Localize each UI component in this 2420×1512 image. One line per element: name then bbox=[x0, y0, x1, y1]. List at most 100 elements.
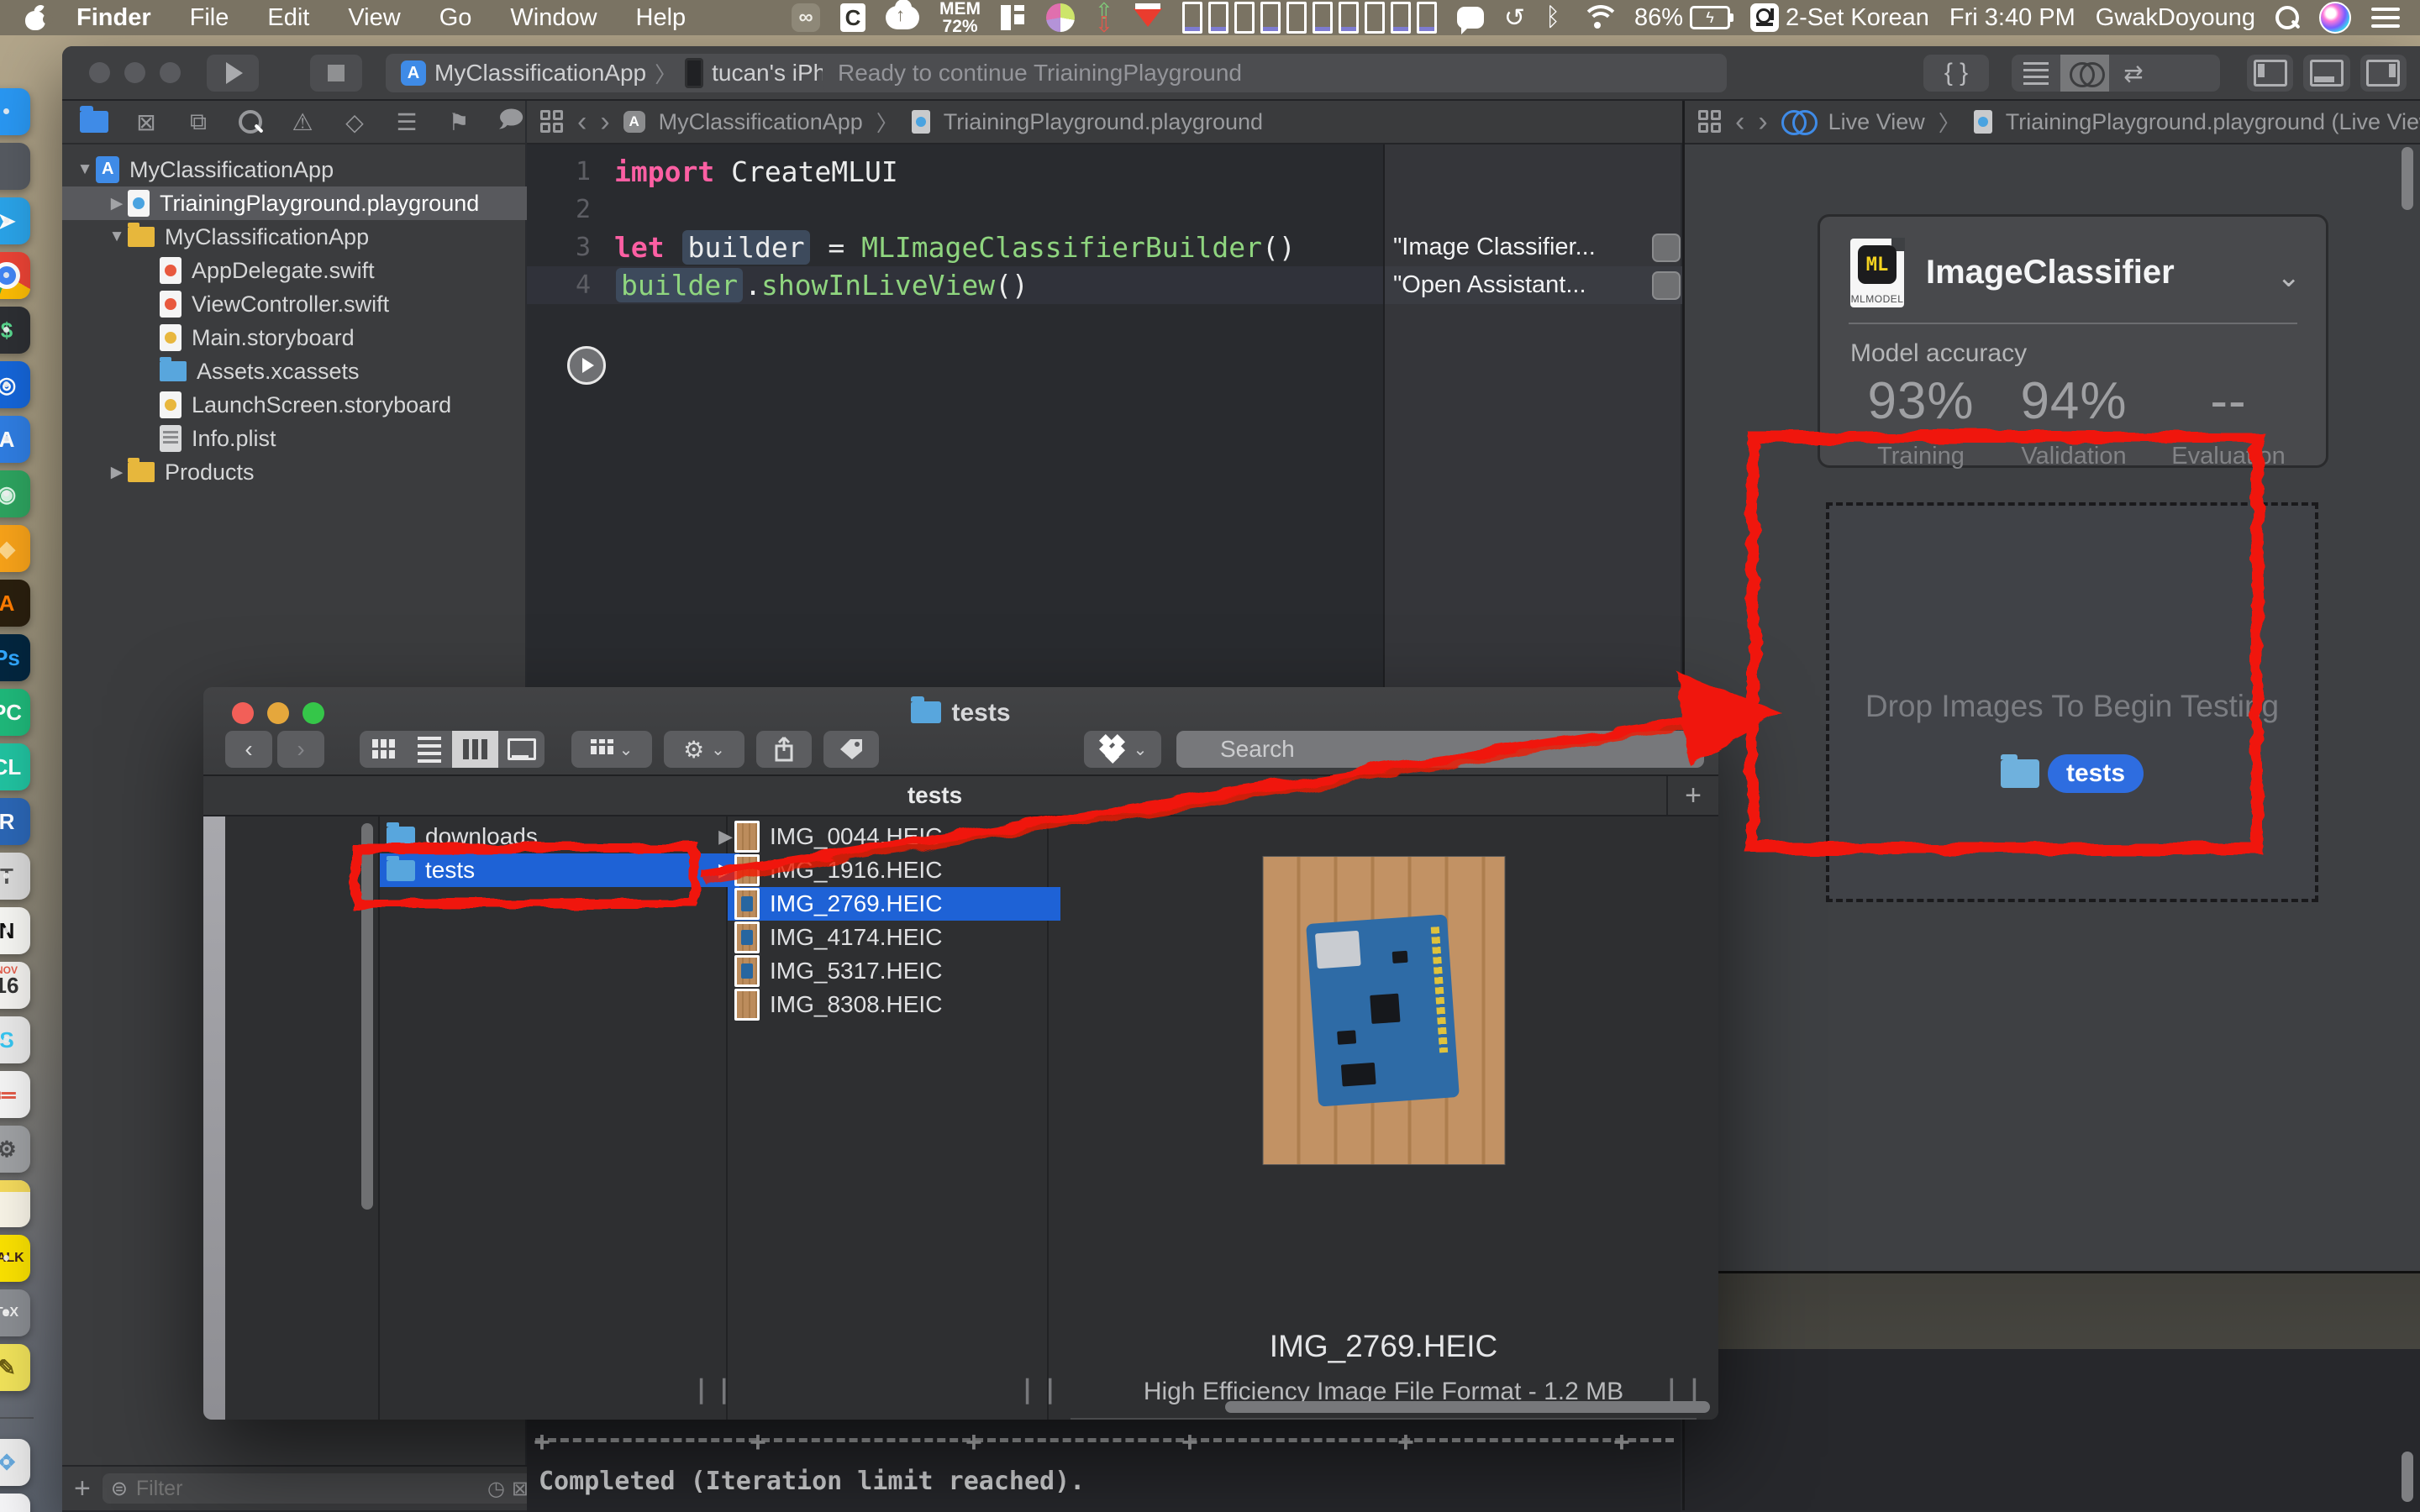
menu-view[interactable]: View bbox=[348, 4, 400, 32]
assistant-editor-button[interactable] bbox=[2060, 55, 2109, 92]
dock-orca[interactable] bbox=[0, 143, 30, 190]
window-tiler-icon[interactable] bbox=[1001, 5, 1026, 30]
reports-tab[interactable]: 🗩 bbox=[496, 107, 526, 137]
new-tab-button[interactable]: + bbox=[1666, 776, 1718, 815]
folder-row-downloads[interactable]: downloads▶ bbox=[380, 820, 739, 853]
result-row[interactable]: "Image Classifier... bbox=[1385, 228, 1689, 266]
file-row-img-2769-heic[interactable]: IMG_2769.HEIC bbox=[728, 887, 1060, 921]
user-menu[interactable]: GwakDoyoung bbox=[2096, 4, 2255, 32]
window-close-button[interactable] bbox=[89, 62, 110, 83]
debug-tab[interactable]: ☰ bbox=[392, 107, 422, 137]
add-button[interactable]: + bbox=[74, 1473, 91, 1505]
dock-notes[interactable] bbox=[0, 1180, 30, 1227]
breakpoints-tab[interactable]: ⚑ bbox=[444, 107, 474, 137]
nav-row-triainingplayground-playground[interactable]: ▶TriainingPlayground.playground bbox=[62, 186, 569, 220]
nav-row-assets-xcassets[interactable]: Assets.xcassets bbox=[62, 354, 601, 388]
cloud-upload-icon[interactable] bbox=[886, 6, 919, 29]
dock-itunes[interactable]: ♪ bbox=[0, 1494, 30, 1512]
dock-clion[interactable]: CL bbox=[0, 743, 30, 790]
dock-calendar[interactable]: NOV16 bbox=[0, 962, 30, 1009]
scrollbar[interactable] bbox=[2402, 1452, 2413, 1502]
toggle-navigator-button[interactable] bbox=[2247, 55, 2293, 92]
column-resize-handle[interactable]: ❘❘ bbox=[691, 1375, 736, 1404]
breadcrumb-project[interactable]: MyClassificationApp bbox=[659, 109, 863, 135]
toggle-inspector-button[interactable] bbox=[2360, 55, 2407, 92]
wifi-icon[interactable] bbox=[1581, 5, 1614, 30]
action-button[interactable]: ⚙⌄ bbox=[664, 731, 744, 768]
menu-go[interactable]: Go bbox=[439, 4, 472, 32]
playground-run-button[interactable] bbox=[567, 346, 606, 385]
dock-reminders[interactable]: ≔ bbox=[0, 1071, 30, 1118]
source-control-tab[interactable]: ⊠ bbox=[131, 107, 161, 137]
search-tab[interactable] bbox=[235, 107, 266, 137]
tag-button[interactable] bbox=[823, 731, 879, 768]
nav-row-info-plist[interactable]: Info.plist bbox=[62, 422, 601, 455]
breadcrumb-live-view[interactable]: Live View bbox=[1828, 109, 1925, 135]
capture-icon[interactable]: C bbox=[840, 3, 865, 32]
show-result-button[interactable] bbox=[1652, 271, 1681, 300]
dock-sketch[interactable]: ◆ bbox=[0, 525, 30, 572]
issues-tab[interactable]: ⚠ bbox=[287, 107, 318, 137]
filter-options-icons[interactable]: ◷⊠ bbox=[487, 1477, 529, 1501]
nav-row-viewcontroller-swift[interactable]: ViewController.swift bbox=[62, 287, 601, 321]
cpu-core-bars[interactable] bbox=[1182, 2, 1437, 34]
column-resize-handle[interactable]: ❘❘ bbox=[1017, 1375, 1062, 1404]
dock-photoshop[interactable]: Ps bbox=[0, 634, 30, 681]
filter-input[interactable] bbox=[103, 1473, 537, 1504]
nav-row-products[interactable]: ▶Products bbox=[62, 455, 569, 489]
siri-icon[interactable] bbox=[2319, 2, 2351, 34]
time-machine-icon[interactable]: ↺ bbox=[1504, 3, 1525, 33]
show-result-button[interactable] bbox=[1652, 234, 1681, 262]
dock-r-app[interactable]: R bbox=[0, 798, 30, 845]
bluetooth-icon[interactable]: ᛒ bbox=[1545, 3, 1560, 32]
notification-center-icon[interactable] bbox=[2371, 8, 2400, 28]
playground-timeline-ruler[interactable] bbox=[535, 1438, 1674, 1442]
symbol-navigator-tab[interactable]: ⧉ bbox=[183, 107, 213, 137]
stop-button[interactable] bbox=[310, 55, 362, 92]
horizontal-scrollbar[interactable] bbox=[1225, 1401, 1710, 1413]
drop-images-zone[interactable]: Drop Images To Begin Testing tests bbox=[1826, 502, 2318, 902]
apple-menu-icon[interactable] bbox=[25, 5, 47, 30]
column-resize-handle[interactable]: ❘❘ bbox=[1661, 1375, 1707, 1404]
forward-chevron-icon[interactable]: › bbox=[600, 106, 609, 139]
chevron-down-icon[interactable]: ⌄ bbox=[2277, 260, 2302, 294]
library-button[interactable]: { } bbox=[1923, 55, 1989, 92]
window-zoom-button[interactable] bbox=[160, 62, 181, 83]
nav-row-appdelegate-swift[interactable]: AppDelegate.swift bbox=[62, 254, 601, 287]
nav-row-myclassificationapp[interactable]: ▼MyClassificationApp bbox=[62, 153, 537, 186]
sidebar-edge[interactable] bbox=[203, 816, 225, 1420]
tab-tests[interactable]: tests bbox=[203, 782, 1666, 809]
menu-window[interactable]: Window bbox=[510, 4, 597, 32]
breadcrumb-live-file[interactable]: TriainingPlayground.playground (Live Vie… bbox=[2006, 109, 2420, 135]
tests-tab[interactable]: ◇ bbox=[339, 107, 370, 137]
memory-monitor[interactable]: MEM72% bbox=[939, 0, 981, 35]
file-row-img-5317-heic[interactable]: IMG_5317.HEIC bbox=[728, 954, 1060, 988]
column-view-button[interactable] bbox=[452, 731, 498, 768]
version-editor-button[interactable]: ⇄ bbox=[2109, 55, 2158, 92]
scrollbar[interactable] bbox=[361, 823, 373, 1210]
list-view-button[interactable] bbox=[406, 731, 452, 768]
file-row-img-8308-heic[interactable]: IMG_8308.HEIC bbox=[728, 988, 1060, 1021]
forward-chevron-icon[interactable]: › bbox=[1758, 106, 1767, 139]
battery-indicator[interactable]: 86%ϟ bbox=[1634, 4, 1730, 32]
dock-system-preferences[interactable]: ⚙ bbox=[0, 1126, 30, 1173]
back-chevron-icon[interactable]: ‹ bbox=[577, 106, 587, 139]
back-button[interactable]: ‹ bbox=[225, 731, 272, 768]
download-triangle-icon[interactable] bbox=[1134, 8, 1162, 27]
related-items-icon[interactable] bbox=[540, 110, 564, 134]
file-row-img-4174-heic[interactable]: IMG_4174.HEIC bbox=[728, 921, 1060, 954]
file-row-img-0044-heic[interactable]: IMG_0044.HEIC bbox=[728, 820, 1060, 853]
run-button[interactable] bbox=[207, 55, 259, 92]
creative-cloud-icon[interactable]: ∞ bbox=[792, 3, 820, 32]
search-input[interactable] bbox=[1176, 731, 1704, 768]
menu-edit[interactable]: Edit bbox=[267, 4, 309, 32]
input-source-menu[interactable]: 2-Set Korean bbox=[1750, 3, 1929, 32]
back-chevron-icon[interactable]: ‹ bbox=[1735, 106, 1744, 139]
spotlight-icon[interactable] bbox=[2275, 6, 2299, 29]
disk-usage-pie-icon[interactable] bbox=[1046, 3, 1075, 32]
nav-row-main-storyboard[interactable]: Main.storyboard bbox=[62, 321, 601, 354]
menu-finder[interactable]: Finder bbox=[76, 4, 151, 32]
nav-row-launchscreen-storyboard[interactable]: LaunchScreen.storyboard bbox=[62, 388, 601, 422]
coverflow-view-button[interactable] bbox=[498, 731, 544, 768]
toggle-debug-button[interactable] bbox=[2303, 55, 2349, 92]
